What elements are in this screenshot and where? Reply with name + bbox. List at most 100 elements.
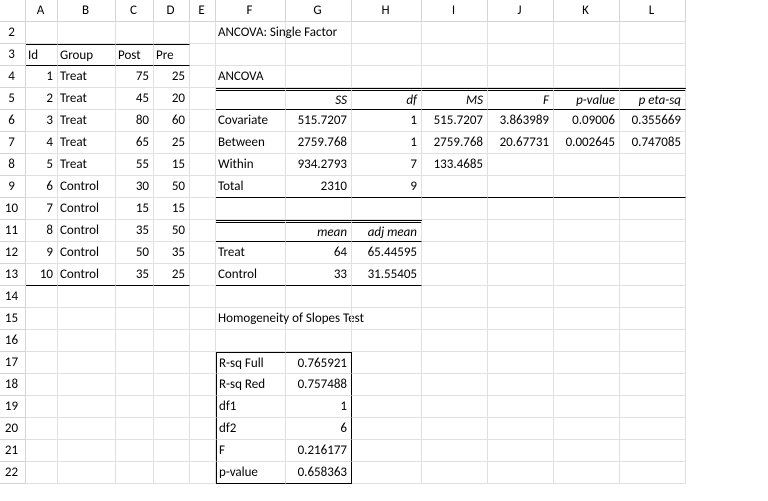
homog-val[interactable]: 0.757488 xyxy=(286,374,352,396)
empty-cell[interactable] xyxy=(190,242,216,264)
row-header[interactable]: 20 xyxy=(0,418,26,440)
empty-cell[interactable] xyxy=(422,176,488,198)
data-cell[interactable]: 30 xyxy=(116,176,154,198)
empty-cell[interactable] xyxy=(286,66,352,88)
data-cell[interactable]: 50 xyxy=(154,176,190,198)
data-cell[interactable]: 1 xyxy=(26,66,58,88)
empty-cell[interactable] xyxy=(620,396,686,418)
data-cell[interactable]: 50 xyxy=(154,220,190,242)
data-cell[interactable]: 55 xyxy=(116,154,154,176)
empty-cell[interactable] xyxy=(190,396,216,418)
empty-cell[interactable] xyxy=(116,308,154,330)
empty-cell[interactable] xyxy=(352,374,422,396)
data-cell[interactable]: 10 xyxy=(26,264,58,286)
col-header[interactable]: I xyxy=(422,0,488,22)
data-cell[interactable]: 2 xyxy=(26,88,58,110)
empty-cell[interactable] xyxy=(554,440,620,462)
empty-cell[interactable] xyxy=(554,66,620,88)
data-cell[interactable]: Control xyxy=(58,220,116,242)
empty-cell[interactable] xyxy=(58,374,116,396)
ancova-val[interactable]: 2759.768 xyxy=(286,132,352,154)
empty-cell[interactable] xyxy=(190,198,216,220)
empty-cell[interactable] xyxy=(26,396,58,418)
empty-cell[interactable] xyxy=(286,286,352,308)
row-header[interactable]: 13 xyxy=(0,264,26,286)
empty-cell[interactable] xyxy=(116,286,154,308)
empty-cell[interactable] xyxy=(620,352,686,374)
row-header[interactable]: 22 xyxy=(0,462,26,484)
means-val[interactable]: 31.55405 xyxy=(352,264,422,286)
empty-cell[interactable] xyxy=(488,198,554,220)
title-homogeneity[interactable]: Homogeneity of Slopes Test xyxy=(216,308,286,330)
data-cell[interactable]: 25 xyxy=(154,66,190,88)
ancova-header-pvalue[interactable]: p-value xyxy=(554,88,620,110)
empty-cell[interactable] xyxy=(26,440,58,462)
empty-cell[interactable] xyxy=(422,286,488,308)
ancova-header-df[interactable]: df xyxy=(352,88,422,110)
data-cell[interactable]: 25 xyxy=(154,264,190,286)
empty-cell[interactable] xyxy=(620,154,686,176)
empty-cell[interactable] xyxy=(488,440,554,462)
means-row-label[interactable]: Control xyxy=(216,264,286,286)
empty-cell[interactable] xyxy=(488,308,554,330)
data-cell[interactable]: 4 xyxy=(26,132,58,154)
homog-label[interactable]: R-sq Red xyxy=(216,374,286,396)
ancova-header-blank[interactable] xyxy=(216,88,286,110)
empty-cell[interactable] xyxy=(488,352,554,374)
homog-val[interactable]: 0.658363 xyxy=(286,462,352,484)
data-header-post[interactable]: Post xyxy=(116,44,154,66)
col-header[interactable]: H xyxy=(352,0,422,22)
col-header[interactable]: J xyxy=(488,0,554,22)
empty-cell[interactable] xyxy=(620,330,686,352)
empty-cell[interactable] xyxy=(554,330,620,352)
data-cell[interactable]: 7 xyxy=(26,198,58,220)
ancova-val[interactable]: 7 xyxy=(352,154,422,176)
empty-cell[interactable] xyxy=(554,264,620,286)
data-cell[interactable]: 6 xyxy=(26,176,58,198)
col-header[interactable]: K xyxy=(554,0,620,22)
means-header-mean[interactable]: mean xyxy=(286,220,352,242)
empty-cell[interactable] xyxy=(554,198,620,220)
empty-cell[interactable] xyxy=(26,308,58,330)
row-header[interactable]: 3 xyxy=(0,44,26,66)
data-cell[interactable]: 9 xyxy=(26,242,58,264)
empty-cell[interactable] xyxy=(58,440,116,462)
empty-cell[interactable] xyxy=(488,330,554,352)
empty-cell[interactable] xyxy=(488,264,554,286)
empty-cell[interactable] xyxy=(190,440,216,462)
col-header[interactable]: B xyxy=(58,0,116,22)
data-cell[interactable]: 60 xyxy=(154,110,190,132)
homog-val[interactable]: 0.765921 xyxy=(286,352,352,374)
empty-cell[interactable] xyxy=(58,418,116,440)
empty-cell[interactable] xyxy=(154,440,190,462)
empty-cell[interactable] xyxy=(190,418,216,440)
empty-cell[interactable] xyxy=(154,418,190,440)
empty-cell[interactable] xyxy=(116,396,154,418)
empty-cell[interactable] xyxy=(422,374,488,396)
data-cell[interactable]: 15 xyxy=(116,198,154,220)
empty-cell[interactable] xyxy=(190,374,216,396)
row-header[interactable]: 11 xyxy=(0,220,26,242)
homog-label[interactable]: df2 xyxy=(216,418,286,440)
empty-cell[interactable] xyxy=(352,22,422,44)
ancova-header-ms[interactable]: MS xyxy=(422,88,488,110)
empty-cell[interactable] xyxy=(620,374,686,396)
empty-cell[interactable] xyxy=(554,44,620,66)
ancova-val[interactable]: 1 xyxy=(352,132,422,154)
empty-cell[interactable] xyxy=(352,396,422,418)
homog-val[interactable]: 0.216177 xyxy=(286,440,352,462)
ancova-val[interactable]: 515.7207 xyxy=(286,110,352,132)
row-header[interactable]: 9 xyxy=(0,176,26,198)
means-val[interactable]: 33 xyxy=(286,264,352,286)
data-cell[interactable]: 5 xyxy=(26,154,58,176)
data-cell[interactable]: 15 xyxy=(154,154,190,176)
data-header-id[interactable]: Id xyxy=(26,44,58,66)
empty-cell[interactable] xyxy=(422,418,488,440)
empty-cell[interactable] xyxy=(620,264,686,286)
data-cell[interactable]: Treat xyxy=(58,88,116,110)
empty-cell[interactable] xyxy=(190,176,216,198)
empty-cell[interactable] xyxy=(58,330,116,352)
homog-val[interactable]: 1 xyxy=(286,396,352,418)
data-header-pre[interactable]: Pre xyxy=(154,44,190,66)
empty-cell[interactable] xyxy=(554,462,620,484)
